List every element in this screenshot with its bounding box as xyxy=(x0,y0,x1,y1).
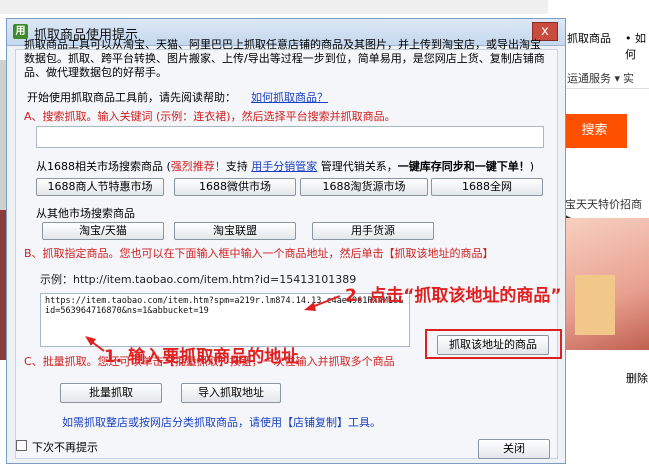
annotation-step2: 2. 点击“抓取该地址的商品” xyxy=(345,286,562,306)
arrow-step2-head xyxy=(304,302,316,311)
annotation-arrows xyxy=(85,295,341,352)
arrow-step2-line xyxy=(311,295,341,308)
arrow-step1-line xyxy=(91,341,105,352)
annotation-step1: 1. 输入要抓取商品的地址 xyxy=(104,347,299,367)
